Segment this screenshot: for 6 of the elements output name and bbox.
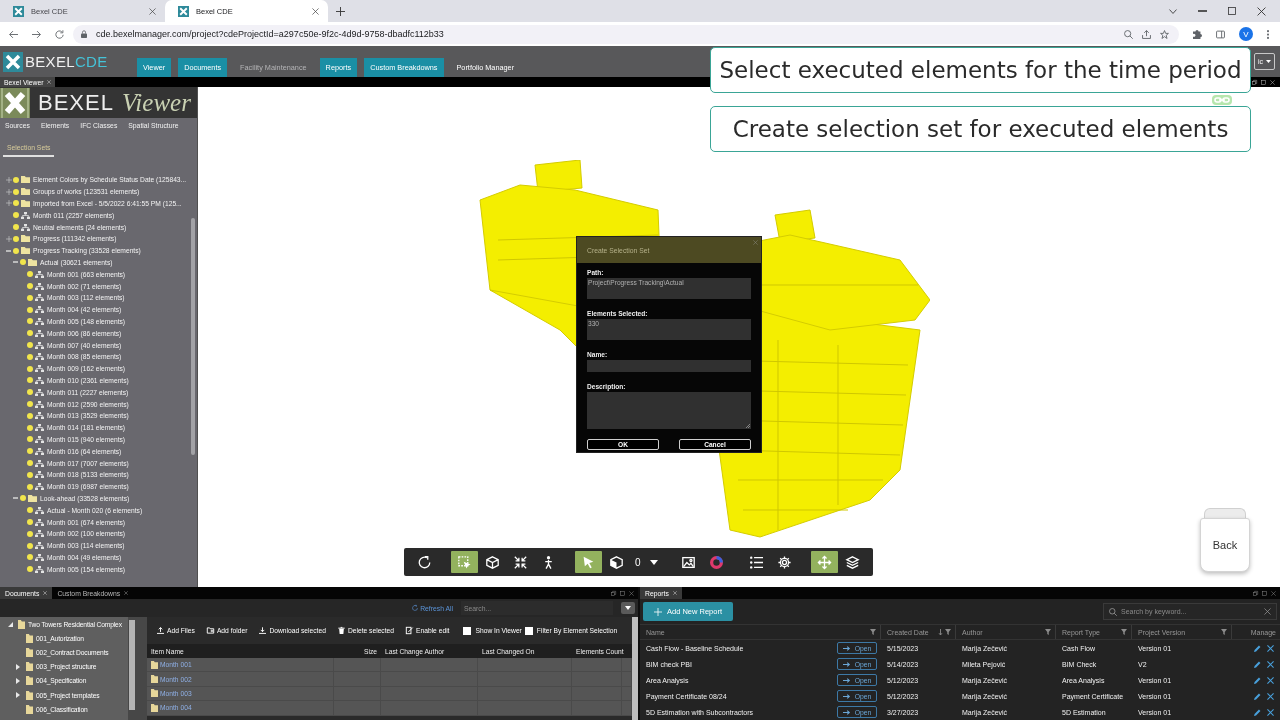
product-name: Viewer bbox=[121, 88, 191, 117]
callout: Select executed elements for the time period bbox=[710, 47, 1251, 93]
product-name: CDE bbox=[74, 53, 108, 70]
callout: Create selection set for executed elements bbox=[710, 106, 1251, 152]
brand-name: BEXEL bbox=[38, 89, 114, 116]
brand-name: BEXEL bbox=[25, 53, 75, 70]
